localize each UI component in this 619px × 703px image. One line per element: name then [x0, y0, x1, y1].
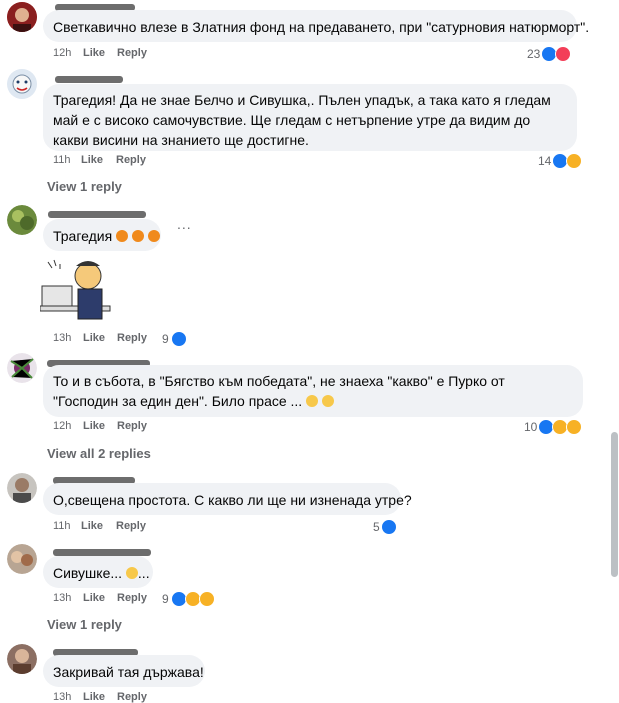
- timestamp[interactable]: 12h: [53, 47, 71, 59]
- pumpkin-emoji: [147, 230, 160, 242]
- like-icon: [381, 519, 397, 535]
- reply-button[interactable]: Reply: [116, 520, 146, 532]
- avatar[interactable]: [7, 2, 37, 32]
- avatar[interactable]: [7, 353, 37, 383]
- reaction-count: 5: [373, 520, 380, 534]
- comment-text: Закривай тая държава!: [53, 664, 204, 680]
- timestamp[interactable]: 13h: [53, 592, 71, 604]
- view-replies-link[interactable]: View 1 reply: [47, 179, 122, 194]
- comment-text: Сивушке... ...: [53, 563, 150, 583]
- sad-icon: [566, 419, 582, 435]
- comment-image[interactable]: [39, 256, 112, 326]
- scrollbar-thumb[interactable]: [611, 432, 618, 577]
- comment-text: Трагедия: [53, 226, 160, 246]
- reaction-count: 9: [162, 332, 169, 346]
- sad-emoji: [321, 395, 334, 407]
- like-button[interactable]: Like: [83, 332, 105, 344]
- comment-text: То и в събота, в "Бягство към победата",…: [53, 371, 573, 411]
- comment-text-end: ...: [137, 565, 150, 581]
- commenter-name[interactable]: [55, 76, 123, 83]
- avatar[interactable]: [7, 544, 37, 574]
- reaction-count: 10: [524, 420, 538, 434]
- haha-icon: [566, 153, 582, 169]
- comment-bubble: Трагедия! Да не знае Белчо и Сивушка,. П…: [43, 84, 577, 151]
- like-icon: [171, 331, 187, 347]
- like-button[interactable]: Like: [83, 691, 105, 703]
- timestamp[interactable]: 11h: [53, 154, 71, 166]
- reply-button[interactable]: Reply: [117, 691, 147, 703]
- comment-text-content: Трагедия: [53, 228, 113, 244]
- reaction-count: 9: [162, 592, 169, 606]
- comment-text: О,свещена простота. С какво ли ще ни изн…: [53, 492, 412, 508]
- timestamp[interactable]: 13h: [53, 691, 71, 703]
- timestamp[interactable]: 12h: [53, 420, 71, 432]
- avatar[interactable]: [7, 69, 37, 99]
- comment-bubble: Сивушке... ...: [43, 556, 153, 588]
- reply-button[interactable]: Reply: [117, 420, 147, 432]
- comment-text-content: Сивушке...: [53, 565, 123, 581]
- like-button[interactable]: Like: [83, 420, 105, 432]
- reply-button[interactable]: Reply: [117, 592, 147, 604]
- comment-bubble: Закривай тая държава!: [43, 655, 205, 687]
- reaction-summary[interactable]: 9: [162, 331, 192, 347]
- pumpkin-emoji: [131, 230, 144, 242]
- like-button[interactable]: Like: [81, 520, 103, 532]
- thinking-emoji: [125, 567, 138, 579]
- avatar[interactable]: [7, 644, 37, 674]
- reaction-count: 14: [538, 154, 552, 168]
- reaction-count: 23: [527, 47, 541, 61]
- sad-icon: [199, 591, 215, 607]
- comment-text: Трагедия! Да не знае Белчо и Сивушка,. П…: [53, 92, 551, 148]
- view-replies-link[interactable]: View 1 reply: [47, 617, 122, 632]
- view-replies-link[interactable]: View all 2 replies: [47, 446, 151, 461]
- sad-emoji: [306, 395, 319, 407]
- comment-bubble: Трагедия: [43, 219, 161, 251]
- avatar[interactable]: [7, 473, 37, 503]
- commenter-name[interactable]: [53, 549, 151, 556]
- avatar[interactable]: [7, 205, 37, 235]
- timestamp[interactable]: 13h: [53, 332, 71, 344]
- comment-bubble: Светкавично влезе в Златния фонд на пред…: [43, 10, 590, 42]
- reaction-summary[interactable]: 23: [527, 46, 575, 62]
- comment-text-content: То и в събота, в "Бягство към победата",…: [53, 373, 505, 409]
- reaction-summary[interactable]: 5: [373, 519, 399, 535]
- reply-button[interactable]: Reply: [117, 332, 147, 344]
- like-button[interactable]: Like: [81, 154, 103, 166]
- reaction-summary[interactable]: 9: [162, 591, 218, 607]
- comment-bubble: О,свещена простота. С какво ли ще ни изн…: [43, 483, 412, 515]
- reply-button[interactable]: Reply: [117, 47, 147, 59]
- reply-button[interactable]: Reply: [116, 154, 146, 166]
- love-icon: [555, 46, 571, 62]
- like-button[interactable]: Like: [83, 592, 105, 604]
- comment-bubble: То и в събота, в "Бягство към победата",…: [43, 365, 583, 417]
- more-options-icon[interactable]: ...: [177, 216, 192, 232]
- reaction-summary[interactable]: 14: [538, 153, 584, 169]
- comment-text: Светкавично влезе в Златния фонд на пред…: [53, 19, 590, 35]
- reaction-summary[interactable]: 10: [524, 419, 584, 435]
- commenter-name[interactable]: [48, 211, 146, 218]
- timestamp[interactable]: 11h: [53, 520, 71, 532]
- pumpkin-emoji: [116, 230, 129, 242]
- like-button[interactable]: Like: [83, 47, 105, 59]
